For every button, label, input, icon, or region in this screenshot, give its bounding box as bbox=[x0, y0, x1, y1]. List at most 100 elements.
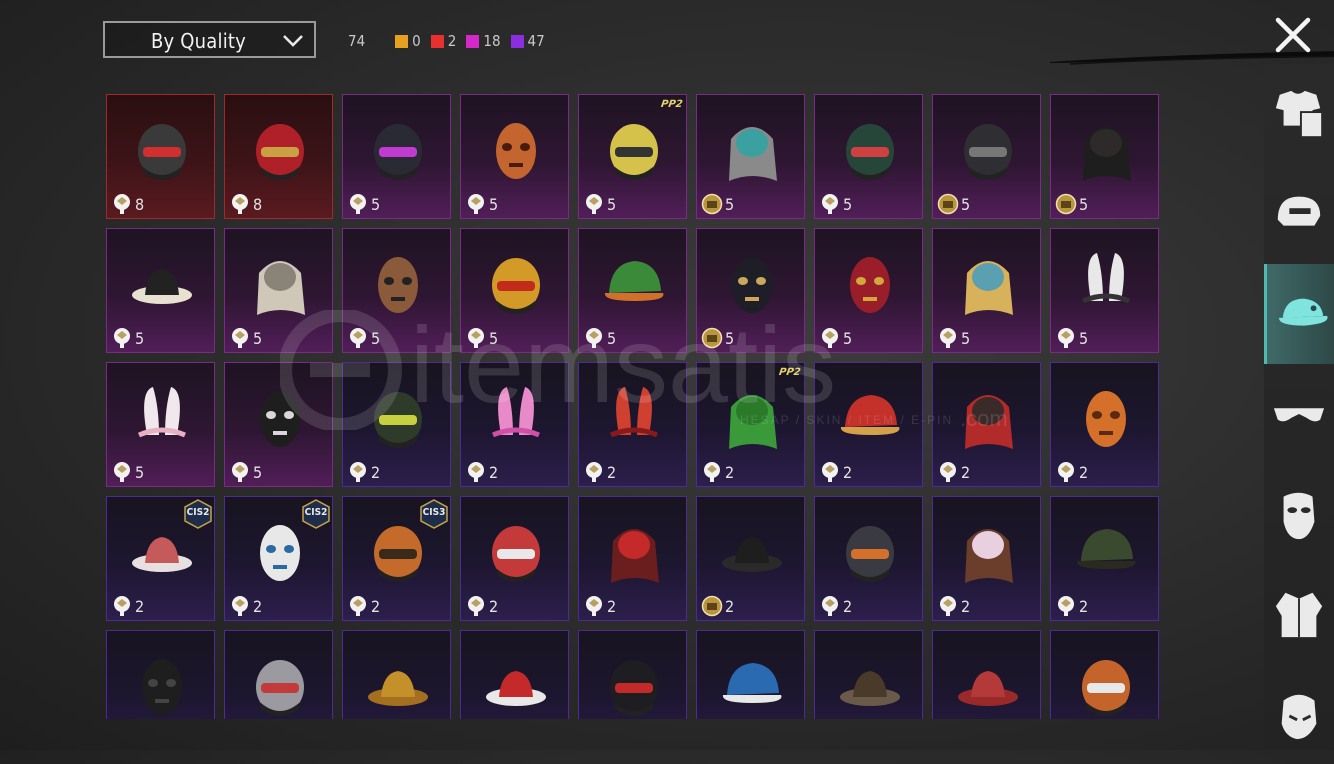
category-tab-mask[interactable] bbox=[1264, 464, 1334, 564]
inventory-tile-mushroom-hat[interactable] bbox=[460, 630, 569, 719]
crate-icon bbox=[350, 328, 366, 348]
inventory-tile-kendo-helmet[interactable]: 5 bbox=[932, 94, 1041, 219]
close-icon[interactable] bbox=[1272, 14, 1314, 56]
inventory-tile-horned-dragon-helmet[interactable]: 5 bbox=[460, 94, 569, 219]
inventory-tile-yellow-beanie[interactable] bbox=[342, 630, 451, 719]
inventory-tile-red-hair-hood[interactable]: 2 bbox=[932, 362, 1041, 487]
inventory-tile-bunny-ears-headband[interactable]: 5 bbox=[1050, 228, 1159, 353]
red-hair-hood-icon bbox=[965, 395, 1013, 449]
glasses-icon bbox=[1273, 408, 1325, 422]
item-count: 5 bbox=[371, 329, 381, 348]
inventory-tile-lion-mane-mask[interactable]: 5 bbox=[224, 228, 333, 353]
inventory-tile-aviator-cap[interactable] bbox=[814, 630, 923, 719]
inventory-tile-frog-cap[interactable]: 5 bbox=[578, 228, 687, 353]
green-alien-helmet-icon bbox=[846, 124, 894, 180]
outfit-icon bbox=[1275, 90, 1324, 139]
item-count: 5 bbox=[725, 195, 735, 214]
chevron-down-icon bbox=[283, 35, 303, 47]
inventory-tile-tribal-helmet[interactable]: 2 bbox=[814, 496, 923, 621]
item-count: 2 bbox=[253, 597, 263, 616]
quality-swatch-red bbox=[430, 34, 444, 48]
inventory-tile-feather-headdress[interactable]: 5 bbox=[932, 228, 1041, 353]
inventory-tile-neon-punk-helmet[interactable]: 5 bbox=[342, 94, 451, 219]
item-count: 5 bbox=[725, 329, 735, 348]
inventory-tile-striped-beanie[interactable]: 2 CIS2 bbox=[106, 496, 215, 621]
crate-icon bbox=[586, 194, 602, 214]
piano-hat-icon bbox=[132, 269, 192, 304]
inventory-tile-chef-gas-mask[interactable]: 2 CIS2 bbox=[224, 496, 333, 621]
crate-icon bbox=[350, 596, 366, 616]
inventory-tile-flower-brown-hair[interactable]: 2 bbox=[932, 496, 1041, 621]
inventory-tile-red-beanie[interactable] bbox=[932, 630, 1041, 719]
quality-count-purple: 47 bbox=[510, 32, 545, 50]
inventory-tile-pumpkin-mask[interactable]: 2 bbox=[1050, 362, 1159, 487]
crate-icon bbox=[232, 328, 248, 348]
inventory-tile-black-gas-mask[interactable] bbox=[106, 630, 215, 719]
bow-red-hair-icon bbox=[611, 529, 659, 583]
crate-icon bbox=[822, 328, 838, 348]
inventory-tile-oni-mask-helmet[interactable]: 8 bbox=[106, 94, 215, 219]
category-tab-helmet[interactable] bbox=[1264, 164, 1334, 264]
black-panther-mask-icon bbox=[732, 257, 772, 313]
inventory-tile-red-gold-cap[interactable]: 2 bbox=[814, 362, 923, 487]
inventory-tile-skull-balaclava[interactable]: 5 bbox=[224, 362, 333, 487]
item-count: 5 bbox=[843, 329, 853, 348]
inventory-tile-bow-red-hair[interactable]: 2 bbox=[578, 496, 687, 621]
bunny-ears-headband-icon bbox=[1082, 253, 1130, 304]
crate-icon bbox=[1058, 596, 1074, 616]
green-hair-icon bbox=[729, 395, 777, 449]
quality-count-orange: 0 bbox=[395, 32, 421, 50]
crate-icon bbox=[468, 462, 484, 482]
category-tab-glasses[interactable] bbox=[1264, 364, 1334, 464]
category-tab-jacket[interactable] bbox=[1264, 564, 1334, 664]
inventory-tile-green-hair[interactable]: 2 PP2 bbox=[696, 362, 805, 487]
item-count: 2 bbox=[371, 463, 381, 482]
crate-icon bbox=[114, 596, 130, 616]
inventory-tile-yellow-knight-helmet[interactable]: 5 PP2 bbox=[578, 94, 687, 219]
black-moto-helmet-icon bbox=[610, 660, 658, 716]
item-count: 5 bbox=[961, 329, 971, 348]
category-tab-cap[interactable] bbox=[1264, 264, 1334, 364]
crate-icon bbox=[586, 328, 602, 348]
inventory-tile-black-hair-bun[interactable]: 5 bbox=[1050, 94, 1159, 219]
crate-icon bbox=[232, 462, 248, 482]
inventory-tile-football-helmet[interactable]: 2 bbox=[460, 496, 569, 621]
inventory-tile-pink-bunny-goggles[interactable]: 2 bbox=[460, 362, 569, 487]
item-count: 2 bbox=[1079, 597, 1089, 616]
sort-dropdown[interactable]: By Quality bbox=[103, 21, 316, 58]
category-tab-outfit[interactable] bbox=[1264, 64, 1334, 164]
inventory-tile-gas-mask-helmet[interactable]: 2 bbox=[342, 362, 451, 487]
inventory-tile-ponytail-visor-helmet[interactable]: 5 bbox=[696, 94, 805, 219]
inventory-tile-black-panther-mask[interactable]: 5 bbox=[696, 228, 805, 353]
inventory-tile-black-flat-hat[interactable]: 2 bbox=[696, 496, 805, 621]
inventory-tile-orange-football-helmet[interactable] bbox=[1050, 630, 1159, 719]
item-count: 8 bbox=[135, 195, 145, 214]
tribal-helmet-icon bbox=[846, 526, 894, 582]
sort-dropdown-label: By Quality bbox=[151, 29, 246, 53]
inventory-tile-green-alien-helmet[interactable]: 5 bbox=[814, 94, 923, 219]
crate-icon bbox=[586, 596, 602, 616]
season-badge: CIS2 bbox=[184, 499, 212, 529]
item-count: 5 bbox=[489, 329, 499, 348]
inventory-tile-military-cap[interactable]: 2 bbox=[1050, 496, 1159, 621]
inventory-tile-piano-hat[interactable]: 5 bbox=[106, 228, 215, 353]
inventory-tile-devil-horns[interactable]: 2 bbox=[578, 362, 687, 487]
inventory-tile-goggle-helmet[interactable] bbox=[224, 630, 333, 719]
category-tab-face[interactable] bbox=[1264, 664, 1334, 764]
white-bunny-ears-icon bbox=[138, 387, 186, 438]
inventory-tile-black-moto-helmet[interactable] bbox=[578, 630, 687, 719]
item-count: 5 bbox=[843, 195, 853, 214]
inventory-tile-blue-pom-beanie[interactable] bbox=[696, 630, 805, 719]
item-count: 2 bbox=[489, 597, 499, 616]
inventory-tile-orange-lantern-helmet[interactable]: 2 CIS3 bbox=[342, 496, 451, 621]
kendo-helmet-icon bbox=[964, 124, 1012, 180]
inventory-tile-white-bunny-ears[interactable]: 5 bbox=[106, 362, 215, 487]
inventory-tile-rooster-helmet[interactable]: 5 bbox=[460, 228, 569, 353]
inventory-tile-red-visor-helmet[interactable]: 8 bbox=[224, 94, 333, 219]
inventory-tile-luchador-mask[interactable]: 5 bbox=[814, 228, 923, 353]
item-count: 5 bbox=[607, 195, 617, 214]
inventory-tile-officer-bunny-mask[interactable]: 5 bbox=[342, 228, 451, 353]
officer-bunny-mask-icon bbox=[378, 257, 418, 313]
crate-icon bbox=[468, 596, 484, 616]
coin-icon bbox=[1055, 193, 1077, 215]
